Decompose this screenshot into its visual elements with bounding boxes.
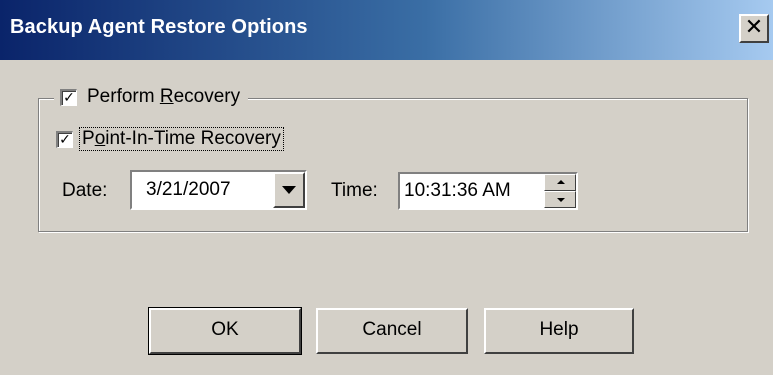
time-spinbox[interactable]: 10:31:36 AM [398, 172, 578, 210]
title-bar[interactable]: Backup Agent Restore Options ✕ [0, 0, 773, 60]
date-combobox[interactable]: 3/21/2007 [130, 170, 307, 210]
spin-down-icon [557, 198, 565, 202]
help-button[interactable]: Help [484, 308, 634, 354]
time-spin-up-button[interactable] [544, 174, 576, 191]
perform-recovery-label: Perform Recovery [87, 86, 241, 107]
point-in-time-checkbox-row[interactable]: ✓ Point-In-Time Recovery [56, 124, 284, 154]
recovery-groupbox [38, 98, 748, 232]
point-in-time-checkbox[interactable]: ✓ [56, 130, 73, 148]
point-in-time-label: Point-In-Time Recovery [79, 127, 284, 151]
ok-button[interactable]: OK [148, 307, 302, 355]
close-icon: ✕ [744, 15, 764, 40]
date-label: Date: [62, 180, 108, 201]
date-dropdown-button[interactable] [273, 172, 305, 208]
check-mark-icon: ✓ [59, 131, 71, 148]
time-label: Time: [331, 180, 378, 201]
chevron-down-icon [282, 186, 296, 194]
perform-recovery-checkbox[interactable]: ✓ [60, 88, 77, 106]
restore-options-dialog: Backup Agent Restore Options ✕ ✓ Perform… [0, 0, 773, 375]
close-button[interactable]: ✕ [739, 14, 769, 43]
time-spin-down-button[interactable] [544, 191, 576, 208]
date-value[interactable]: 3/21/2007 [146, 179, 231, 201]
time-value[interactable]: 10:31:36 AM [404, 180, 511, 202]
spin-up-icon [557, 180, 565, 184]
perform-recovery-checkbox-row[interactable]: ✓ Perform Recovery [54, 82, 249, 112]
check-mark-icon: ✓ [63, 89, 75, 106]
window-title: Backup Agent Restore Options [10, 16, 308, 38]
cancel-button[interactable]: Cancel [316, 308, 468, 354]
